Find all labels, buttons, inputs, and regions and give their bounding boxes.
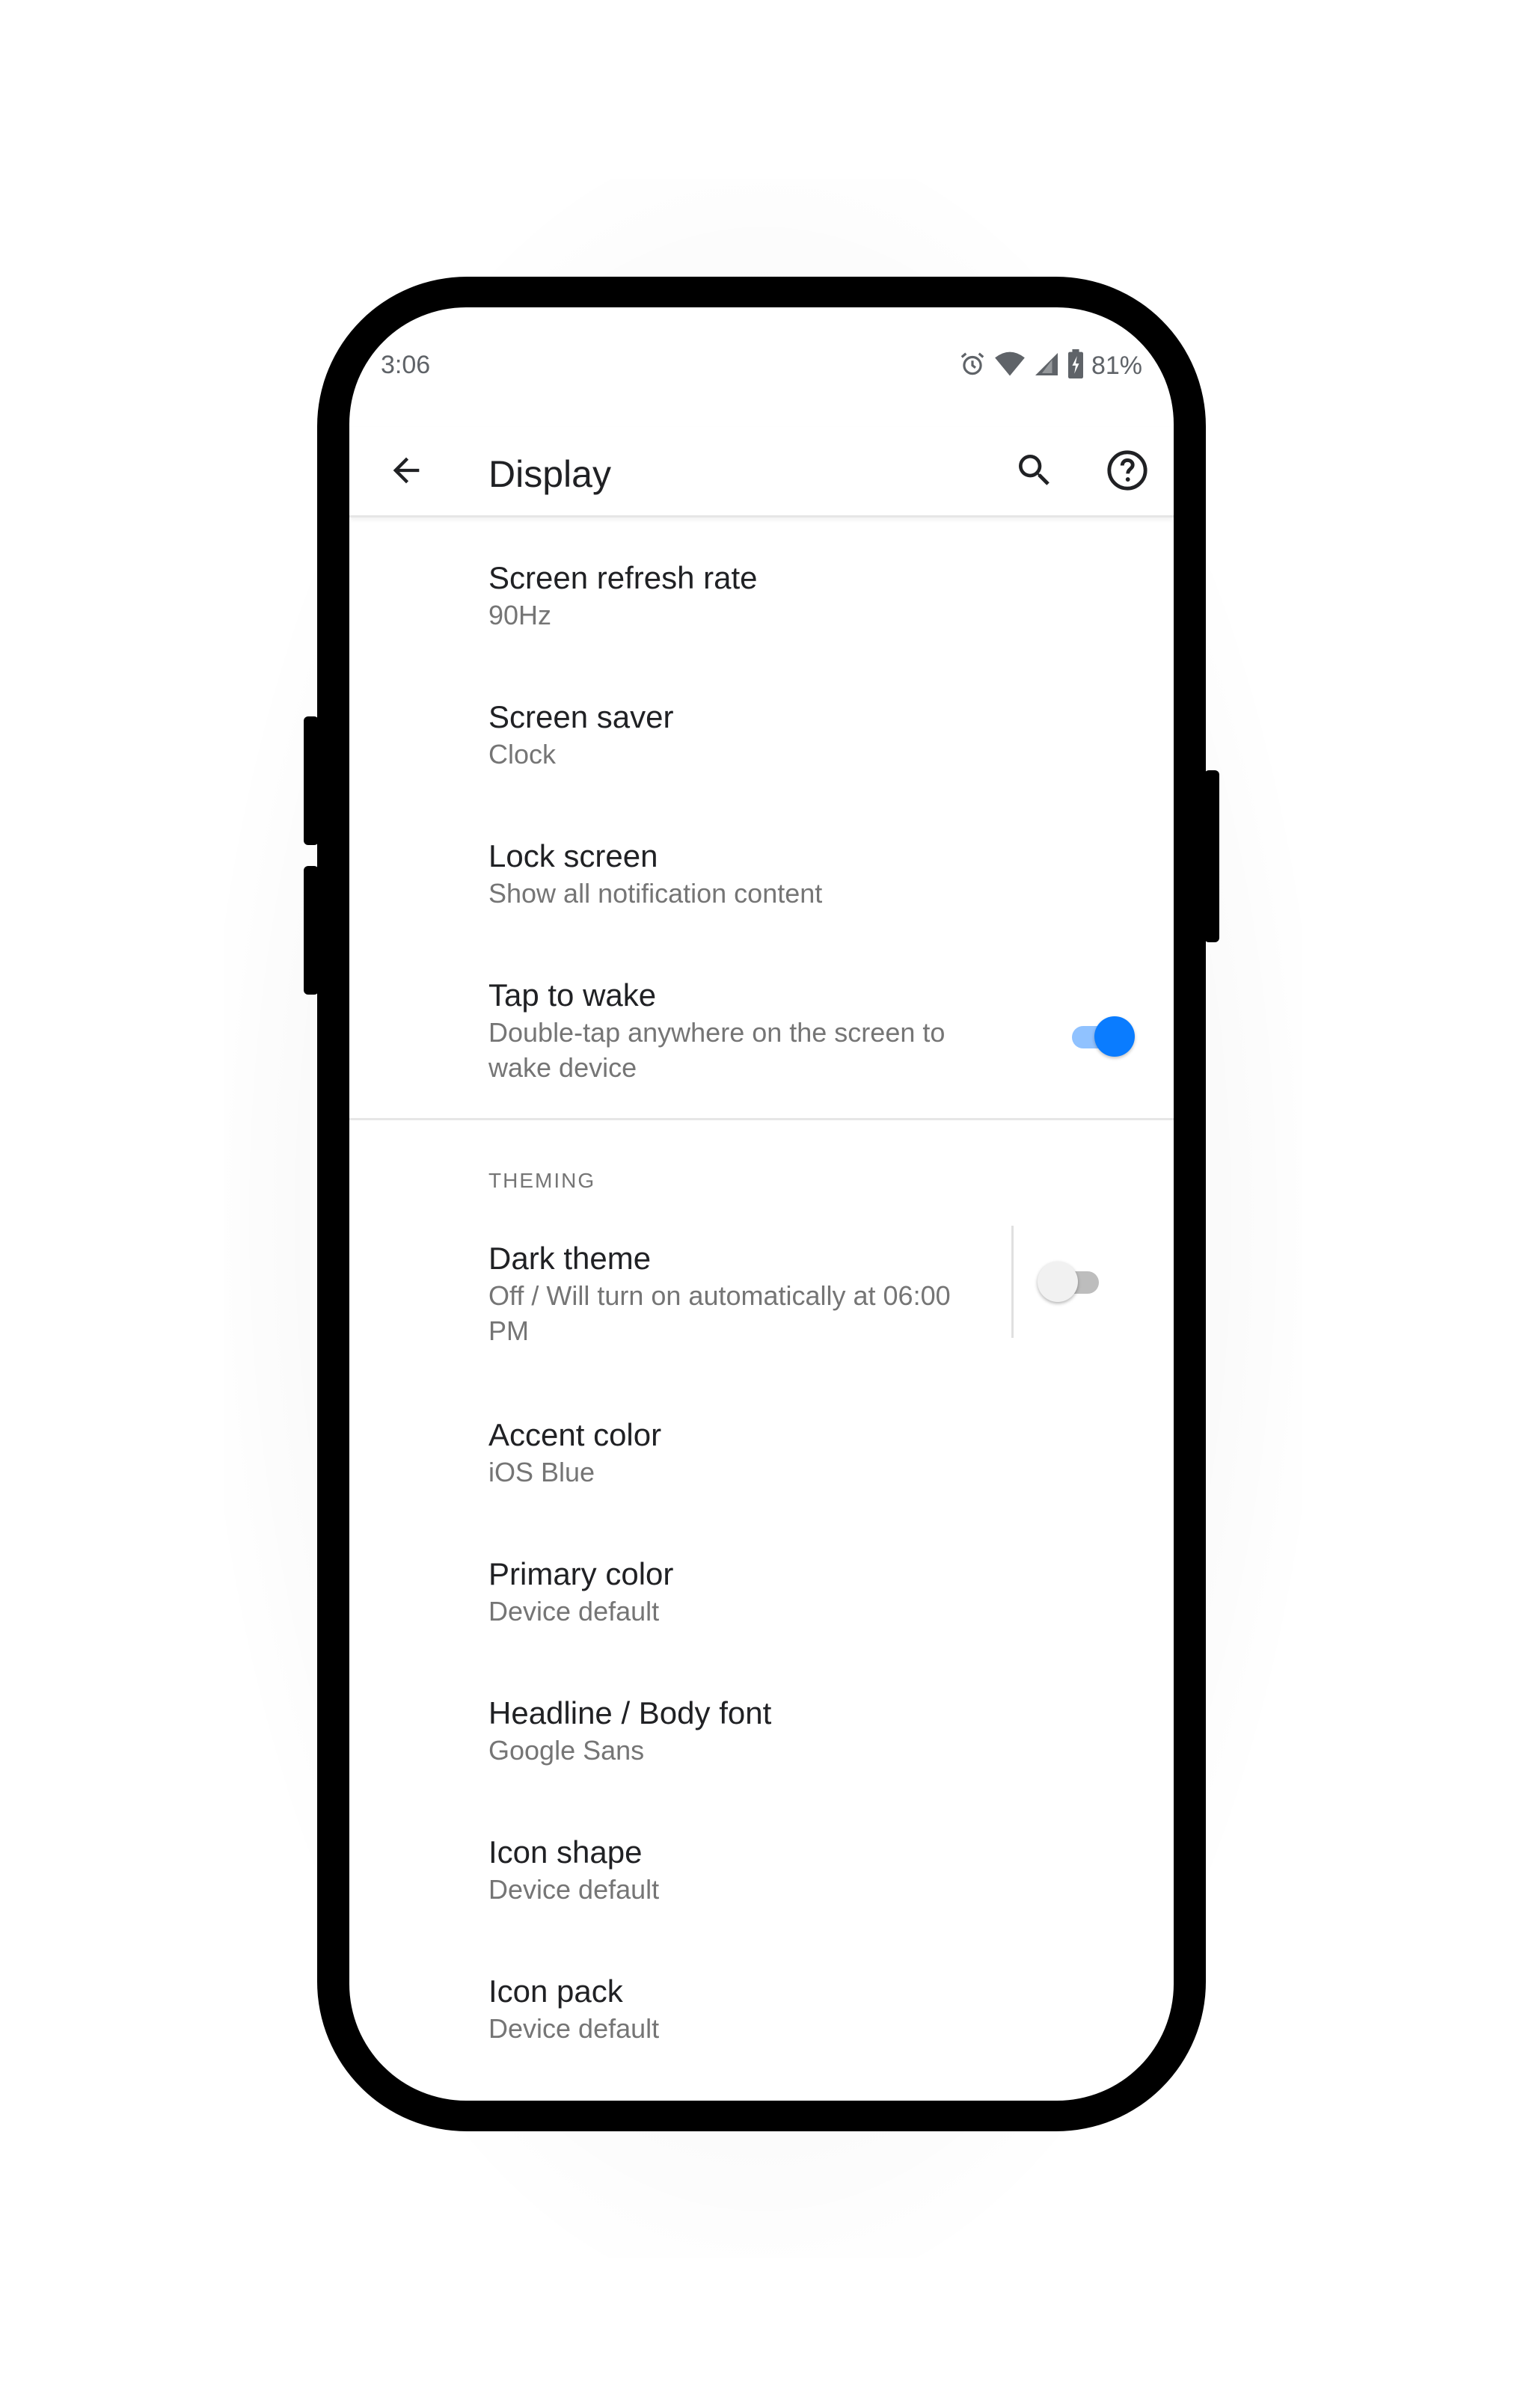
screen: 3:06 81% Display Screen refresh rate 90H… [349,307,1174,2101]
help-button[interactable] [1100,445,1154,499]
pref-summary: Show all notification content [488,878,823,909]
volume-down-button [304,866,319,995]
pref-title: Dark theme [488,1241,652,1276]
pref-summary: Device default [488,1874,660,1905]
switch-divider [1011,1226,1014,1338]
pref-title: Lock screen [488,838,658,873]
pref-title: Tap to wake [488,977,657,1013]
section-header-theming: THEMING [488,1169,596,1192]
pref-summary-line-1: Off / Will turn on automatically at 06:0… [488,1280,951,1311]
pref-dark-theme[interactable]: Dark theme Off / Will turn on automatica… [349,1212,1174,1384]
pref-summary: Google Sans [488,1735,645,1766]
pref-screen-refresh-rate[interactable]: Screen refresh rate 90Hz [349,532,1174,671]
switch-thumb [1094,1016,1135,1057]
status-bar: 3:06 81% [349,307,1174,427]
pref-title: Screen saver [488,699,674,734]
back-button[interactable] [379,445,433,499]
pref-summary: Device default [488,2013,660,2044]
pref-title: Accent color [488,1417,662,1452]
pref-summary-line-2: PM [488,1315,529,1346]
status-time: 3:06 [381,351,431,379]
search-icon [1014,449,1055,495]
page-title: Display [488,453,611,495]
pref-summary-line-1: Double-tap anywhere on the screen to [488,1017,946,1048]
toolbar: Display [349,427,1174,517]
wifi-icon [994,350,1026,382]
pref-summary: Device default [488,1596,660,1627]
pref-title: Primary color [488,1556,674,1591]
pref-screen-saver[interactable]: Screen saver Clock [349,671,1174,810]
help-icon [1106,449,1149,496]
pref-title: Headline / Body font [488,1695,772,1730]
pref-summary: iOS Blue [488,1457,595,1487]
arrow-back-icon [387,451,426,494]
dark-theme-switch[interactable] [1038,1262,1105,1302]
battery-percent: 81% [1091,351,1142,380]
pref-primary-color[interactable]: Primary color Device default [349,1528,1174,1667]
pref-lock-screen[interactable]: Lock screen Show all notification conten… [349,810,1174,949]
pref-icon-pack[interactable]: Icon pack Device default [349,1945,1174,2084]
search-button[interactable] [1008,445,1061,499]
volume-up-button [304,716,319,845]
pref-title: Screen refresh rate [488,560,758,595]
battery-icon [1067,348,1084,383]
pref-summary: Clock [488,739,557,770]
pref-headline-body-font[interactable]: Headline / Body font Google Sans [349,1667,1174,1806]
pref-tap-to-wake[interactable]: Tap to wake Double-tap anywhere on the s… [349,949,1174,1119]
section-divider [349,1118,1174,1120]
signal-icon [1033,351,1060,381]
pref-accent-color[interactable]: Accent color iOS Blue [349,1389,1174,1528]
status-icons: 81% [958,348,1142,383]
pref-icon-shape[interactable]: Icon shape Device default [349,1806,1174,1945]
pref-title: Icon shape [488,1834,643,1870]
pref-summary-line-2: wake device [488,1052,637,1083]
pref-title: Icon pack [488,1974,623,2009]
tap-to-wake-switch[interactable] [1067,1016,1135,1057]
power-button [1204,770,1219,942]
switch-thumb [1038,1262,1078,1302]
pref-summary: 90Hz [488,600,552,630]
alarm-icon [958,350,987,382]
